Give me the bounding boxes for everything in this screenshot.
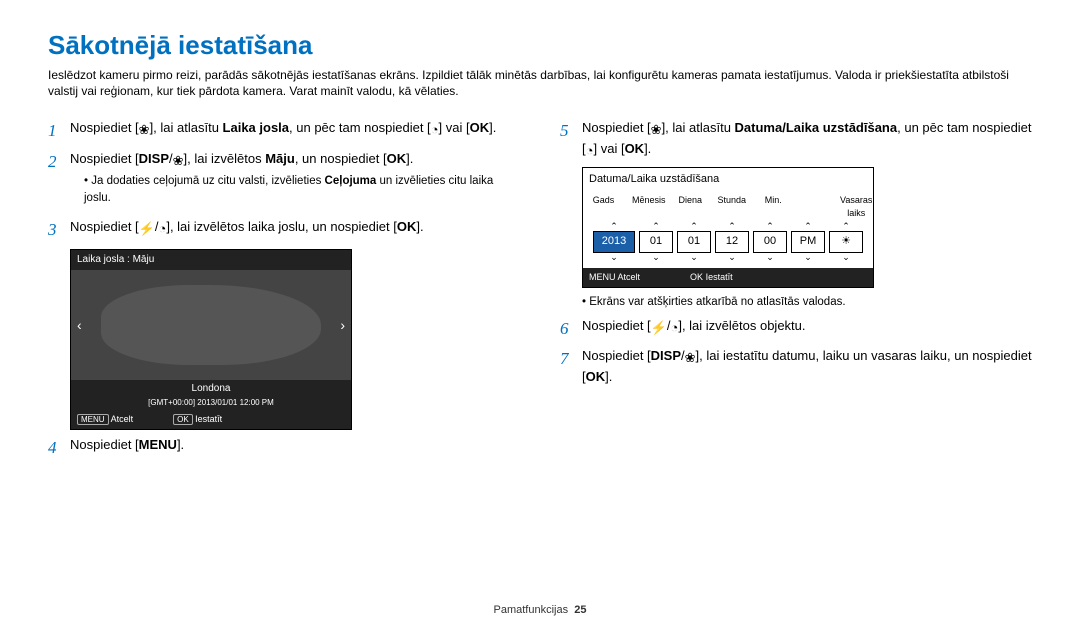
intro-text: Ieslēdzot kameru pirmo reizi, parādās sā… [48, 67, 1032, 99]
timer-icon: ◔ [431, 121, 439, 140]
step-7: 7 Nospiediet [DISP/❀], lai iestatītu dat… [560, 347, 1032, 387]
step-6: 6 Nospiediet [⚡/◔], lai izvēlētos objekt… [560, 317, 1032, 342]
menu-icon: MENU [139, 437, 177, 452]
flash-icon: ⚡ [651, 319, 667, 338]
ok-icon: OK [397, 219, 417, 234]
ok-icon: OK [173, 414, 193, 425]
ampm-cell: PM [791, 231, 825, 253]
world-map-graphic [101, 285, 321, 365]
hour-cell: 12 [715, 231, 749, 253]
menu-icon: MENU [589, 272, 616, 282]
step-2: 2 Nospiediet [DISP/❀], lai izvēlētos Māj… [48, 150, 520, 212]
year-cell: 2013 [593, 231, 635, 253]
ok-icon: OK [387, 151, 407, 166]
step-4: 4 Nospiediet [MENU]. [48, 436, 520, 461]
min-cell: 00 [753, 231, 787, 253]
ok-icon: OK [625, 141, 645, 156]
screen-note: • Ekrāns var atšķirties atkarībā no atla… [582, 294, 1032, 311]
ok-icon: OK [470, 120, 490, 135]
flash-icon: ⚡ [139, 220, 155, 239]
sun-icon: ☀ [841, 234, 851, 250]
step-1: 1 Nospiediet [❀], lai atlasītu Laika jos… [48, 119, 520, 144]
menu-icon: MENU [77, 414, 109, 425]
page-footer: Pamatfunkcijas 25 [0, 604, 1080, 616]
macro-icon: ❀ [173, 152, 184, 171]
disp-icon: DISP [651, 348, 681, 363]
macro-icon: ❀ [651, 121, 662, 140]
chevron-right-icon: › [340, 315, 345, 335]
macro-icon: ❀ [685, 349, 696, 368]
step-5: 5 Nospiediet [❀], lai atlasītu Datuma/La… [560, 119, 1032, 161]
step-3: 3 Nospiediet [⚡/◔], lai izvēlētos laika … [48, 218, 520, 243]
left-column: 1 Nospiediet [❀], lai atlasītu Laika jos… [48, 119, 520, 467]
dst-cell: ☀ [829, 231, 863, 253]
page-title: Sākotnējā iestatīšana [48, 30, 1032, 61]
right-column: 5 Nospiediet [❀], lai atlasītu Datuma/La… [560, 119, 1032, 467]
step-2-note: • Ja dodaties ceļojumā uz citu valsti, i… [84, 173, 520, 206]
day-cell: 01 [677, 231, 711, 253]
chevron-left-icon: ‹ [77, 315, 82, 335]
ok-icon: OK [690, 272, 703, 282]
ok-icon: OK [586, 369, 606, 384]
lcd-datetime: Datuma/Laika uzstādīšana Gads Mēnesis Di… [582, 167, 874, 288]
lcd-timezone: Laika josla : Māju ‹ › Londona [GMT+00:0… [70, 249, 352, 431]
macro-icon: ❀ [139, 121, 150, 140]
disp-icon: DISP [139, 151, 169, 166]
month-cell: 01 [639, 231, 673, 253]
